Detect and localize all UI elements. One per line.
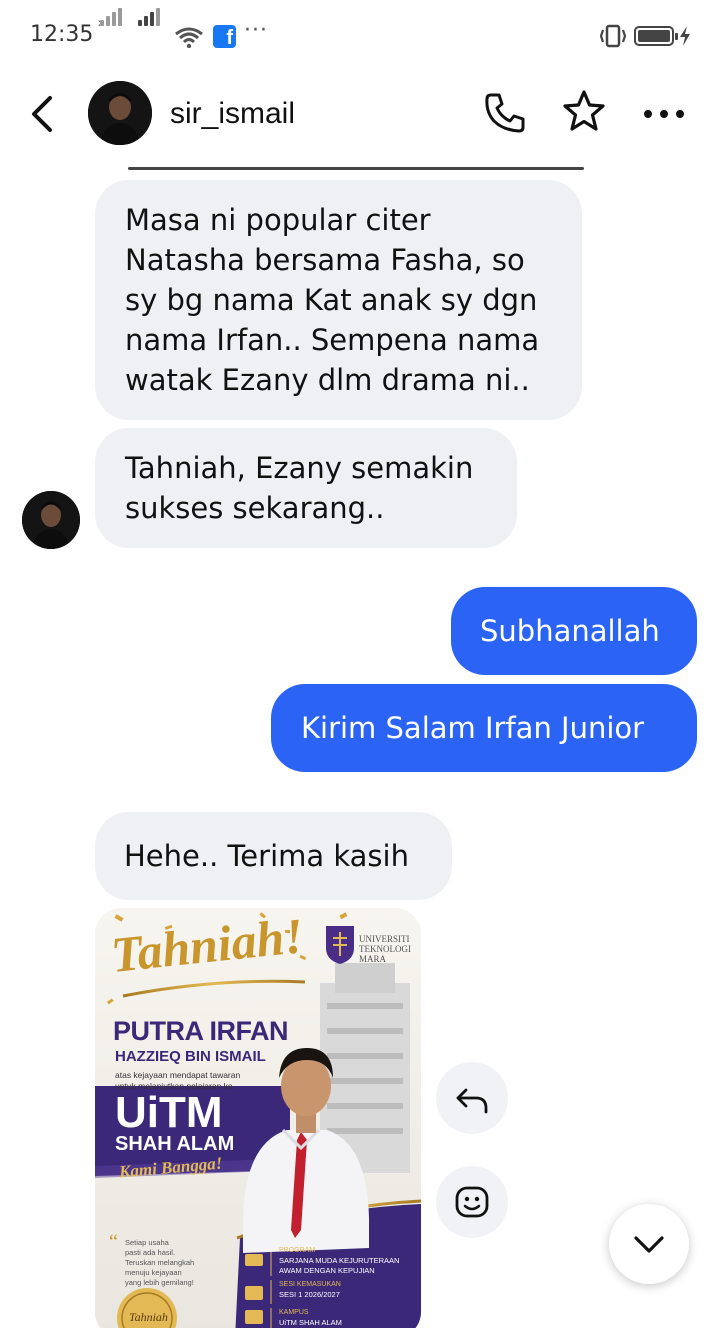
poster-uitm: UiTM — [115, 1088, 223, 1137]
poster-program-value: AWAM DENGAN KEPUJIAN — [279, 1266, 375, 1275]
message-line: Masa ni popular citer — [125, 203, 431, 237]
more-icon[interactable] — [642, 98, 688, 128]
poster-name-2: HAZZIEQ BIN ISMAIL — [115, 1048, 266, 1065]
more-notifications-icon: ··· — [244, 18, 268, 43]
message-line: Hehe.. Terima kasih — [124, 839, 409, 873]
phone-icon[interactable] — [482, 90, 528, 136]
poster-intro: atas kejayaan mendapat tawaran — [115, 1070, 241, 1080]
chat-header: sir_ismail — [0, 72, 720, 158]
react-button[interactable] — [436, 1166, 508, 1238]
reply-button[interactable] — [436, 1062, 508, 1134]
message-line: Kirim Salam Irfan Junior — [301, 711, 645, 745]
poster-quote: pasti ada hasil. — [125, 1248, 176, 1257]
poster-session-value: SESI 1 2026/2027 — [279, 1290, 340, 1299]
battery-icon — [634, 26, 678, 46]
message-bubble-incoming[interactable]: Tahniah, Ezany semakin sukses sekarang.. — [95, 428, 517, 548]
message-list[interactable]: Masa ni popular citer Natasha bersama Fa… — [0, 158, 720, 1328]
poster-program-value: SARJANA MUDA KEJURUTERAAN — [279, 1256, 400, 1265]
poster-quote: Setiap usaha — [125, 1238, 169, 1247]
message-line: sy bg nama Kat anak sy dgn — [125, 283, 538, 317]
wifi-icon — [175, 27, 203, 48]
photo-message[interactable]: “ Tahniah! UNIVERSITI TEKNOLOGI MARA PUT… — [95, 908, 421, 1328]
poster-campus-value: UiTM SHAH ALAM — [279, 1318, 342, 1327]
vibrate-icon — [599, 24, 627, 48]
message-line: sukses sekarang.. — [125, 491, 385, 525]
status-bar: 12:35 x f ··· — [0, 0, 720, 72]
poster-program-label: PROGRAM — [279, 1247, 316, 1254]
reply-icon — [456, 1088, 488, 1114]
back-arrow-icon[interactable] — [28, 92, 60, 136]
avatar[interactable] — [88, 81, 152, 145]
sender-avatar[interactable] — [22, 491, 80, 549]
status-time: 12:35 — [30, 22, 94, 47]
message-bubble-outgoing[interactable]: Kirim Salam Irfan Junior — [271, 684, 697, 772]
message-bubble-outgoing[interactable]: Subhanallah — [451, 587, 697, 675]
smiley-icon — [455, 1186, 489, 1218]
message-line: Tahniah, Ezany semakin — [125, 451, 474, 485]
poster-uni-line: TEKNOLOGI — [359, 944, 411, 954]
poster-quote: Teruskan melangkah — [125, 1258, 195, 1267]
scroll-to-bottom-button[interactable] — [609, 1204, 689, 1284]
poster-uni-line: MARA — [359, 954, 387, 964]
poster-campus-label: KAMPUS — [279, 1309, 309, 1316]
poster-campus: SHAH ALAM — [115, 1133, 235, 1155]
chevron-down-icon — [634, 1236, 664, 1253]
previous-image-edge — [128, 167, 584, 170]
message-line: Subhanallah — [480, 614, 660, 648]
star-icon[interactable] — [560, 88, 608, 136]
poster-uni-line: UNIVERSITI — [359, 934, 410, 944]
poster-quote: yang lebih gemilang! — [125, 1278, 194, 1287]
message-line: nama Irfan.. Sempena nama — [125, 323, 540, 357]
message-bubble-incoming[interactable]: Hehe.. Terima kasih — [95, 812, 452, 900]
poster-quote: menuju kejayaan — [125, 1268, 182, 1277]
message-line: watak Ezany dlm drama ni.. — [125, 363, 530, 397]
poster-seal: Tahniah — [129, 1310, 168, 1324]
facebook-icon: f — [213, 25, 236, 49]
charging-bolt-icon — [680, 26, 690, 46]
message-bubble-incoming[interactable]: Masa ni popular citer Natasha bersama Fa… — [95, 180, 582, 420]
poster-session-label: SESI KEMASUKAN — [279, 1281, 341, 1288]
poster-name-1: PUTRA IRFAN — [113, 1016, 289, 1046]
svg-text:“: “ — [109, 1231, 118, 1253]
message-line: Natasha bersama Fasha, so — [125, 243, 525, 277]
contact-name[interactable]: sir_ismail — [170, 97, 295, 131]
